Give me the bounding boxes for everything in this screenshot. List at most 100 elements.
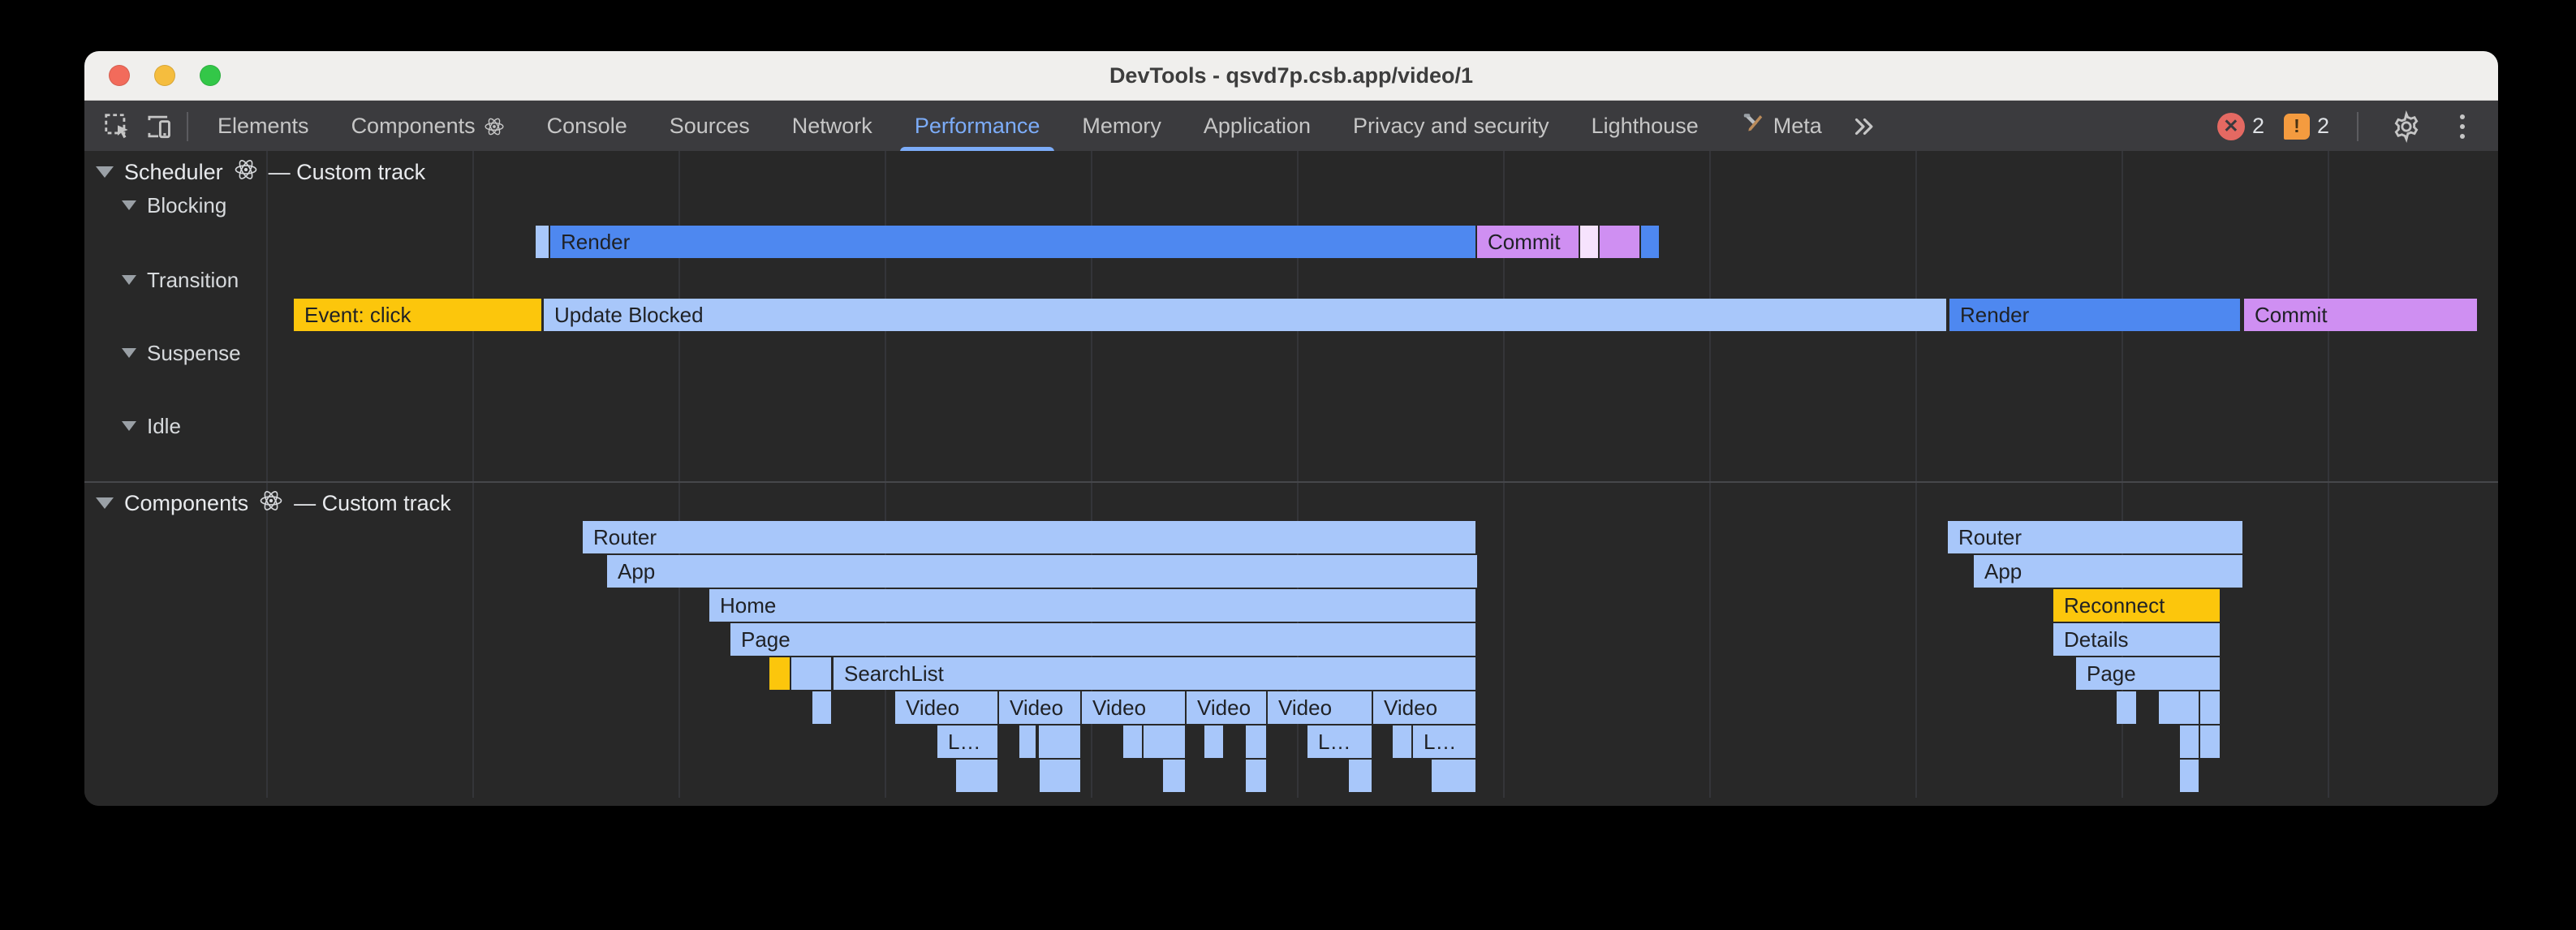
flame-bar[interactable] [1641, 226, 1659, 258]
flame-bar[interactable] [956, 760, 997, 792]
flame-bar-reconnect[interactable]: Reconnect [2053, 589, 2220, 622]
flame-bar-l-[interactable]: L… [1307, 725, 1372, 758]
tab-network[interactable]: Network [771, 101, 894, 152]
flame-bar-router[interactable]: Router [1948, 521, 2242, 553]
flame-bar[interactable] [812, 691, 831, 724]
device-toolbar-icon[interactable] [138, 106, 179, 147]
tab-meta[interactable]: Meta [1720, 101, 1843, 152]
flame-bar[interactable] [1123, 725, 1142, 758]
flame-bar[interactable] [791, 657, 831, 690]
flame-bar-video[interactable]: Video [1187, 691, 1266, 724]
flame-bar-searchlist[interactable]: SearchList [834, 657, 1475, 690]
toolbar-divider [2357, 112, 2358, 141]
tab-privacy-and-security[interactable]: Privacy and security [1332, 101, 1570, 152]
tab-performance[interactable]: Performance [894, 101, 1062, 152]
lane-idle[interactable]: Idle [122, 414, 181, 438]
tab-label: Application [1204, 114, 1311, 139]
kebab-menu-icon[interactable] [2446, 114, 2479, 139]
flame-bar-render[interactable]: Render [1949, 299, 2240, 331]
flame-bar[interactable] [2180, 725, 2199, 758]
flame-bar-app[interactable]: App [1974, 555, 2242, 588]
flame-bar[interactable] [1246, 760, 1266, 792]
flame-bar-video[interactable]: Video [1268, 691, 1372, 724]
more-tabs-icon[interactable] [1843, 106, 1884, 147]
flame-bar[interactable] [1144, 725, 1185, 758]
track-title: Scheduler [124, 160, 223, 185]
flame-bar-details[interactable]: Details [2053, 623, 2220, 656]
tab-sources[interactable]: Sources [648, 101, 771, 152]
flame-bar-video[interactable]: Video [999, 691, 1080, 724]
error-count: 2 [2252, 114, 2264, 139]
settings-gear-icon[interactable] [2386, 106, 2427, 147]
gridline [1709, 151, 1711, 798]
flame-bar-page[interactable]: Page [2076, 657, 2220, 690]
flame-bar-video[interactable]: Video [895, 691, 997, 724]
flame-bar[interactable] [2200, 691, 2220, 724]
tab-elements[interactable]: Elements [196, 101, 330, 152]
flame-bar[interactable] [1040, 760, 1080, 792]
warning-badge[interactable]: ! 2 [2284, 114, 2329, 140]
track-title: Components [124, 491, 248, 516]
flame-bar[interactable] [2180, 760, 2199, 792]
tab-memory[interactable]: Memory [1061, 101, 1182, 152]
flame-bar[interactable] [2159, 691, 2199, 724]
flame-bar-router[interactable]: Router [583, 521, 1475, 553]
flame-bar[interactable] [1349, 760, 1372, 792]
tab-label: Privacy and security [1353, 114, 1549, 139]
flame-bar-video[interactable]: Video [1082, 691, 1185, 724]
inspect-element-icon[interactable] [97, 106, 138, 147]
flame-bar-commit[interactable]: Commit [2244, 299, 2477, 331]
panel-tabs: Elements Components ConsoleSourcesNetwork P… [196, 101, 1843, 152]
flame-bar[interactable] [1246, 725, 1266, 758]
flame-bar[interactable] [1163, 760, 1185, 792]
collapse-triangle-icon [96, 497, 114, 509]
flame-bar[interactable] [1204, 725, 1223, 758]
flame-bar-event-click[interactable]: Event: click [294, 299, 541, 331]
close-button[interactable] [109, 65, 130, 86]
react-atom-icon [259, 489, 283, 519]
flame-bar[interactable] [1393, 725, 1411, 758]
flame-bar-commit[interactable]: Commit [1477, 226, 1579, 258]
error-badge[interactable]: ✕ 2 [2217, 113, 2264, 140]
flame-bar[interactable] [2200, 725, 2220, 758]
flame-bar-l-[interactable]: L… [937, 725, 997, 758]
tab-application[interactable]: Application [1182, 101, 1332, 152]
lane-transition[interactable]: Transition [122, 268, 239, 292]
hammer-wrench-icon [1741, 111, 1765, 141]
tab-label: Performance [915, 114, 1040, 139]
flame-bar-video[interactable]: Video [1373, 691, 1475, 724]
lane-label: Idle [147, 414, 181, 439]
track-header-components[interactable]: Components — Custom track [96, 489, 451, 518]
flame-bar[interactable] [1039, 725, 1080, 758]
flame-bar[interactable] [1580, 226, 1598, 258]
flame-bar-l-[interactable]: L… [1413, 725, 1475, 758]
zoom-button[interactable] [200, 65, 221, 86]
flame-bar-render[interactable]: Render [550, 226, 1475, 258]
tab-components[interactable]: Components [330, 101, 526, 152]
performance-flame-chart: Scheduler — Custom track Blocking Transit… [84, 151, 2498, 806]
flame-bar-app[interactable]: App [607, 555, 1477, 588]
track-header-scheduler[interactable]: Scheduler — Custom track [96, 157, 425, 187]
flame-bar[interactable] [536, 226, 549, 258]
lane-suspense[interactable]: Suspense [122, 341, 241, 365]
tab-console[interactable]: Console [526, 101, 648, 152]
gridline [1915, 151, 1917, 798]
flame-bar[interactable] [2117, 691, 2136, 724]
titlebar: DevTools - qsvd7p.csb.app/video/1 [84, 51, 2498, 101]
flame-bar[interactable] [769, 657, 790, 690]
gridline [266, 151, 268, 798]
devtools-window: DevTools - qsvd7p.csb.app/video/1 Elemen… [84, 51, 2498, 806]
flame-bar-page[interactable]: Page [730, 623, 1475, 656]
flame-bar[interactable] [1432, 760, 1475, 792]
tab-lighthouse[interactable]: Lighthouse [1570, 101, 1720, 152]
collapse-triangle-icon [96, 166, 114, 178]
flame-bar[interactable] [1019, 725, 1036, 758]
minimize-button[interactable] [154, 65, 175, 86]
flame-bar-home[interactable]: Home [709, 589, 1475, 622]
tab-label: Components [351, 114, 476, 139]
lane-blocking[interactable]: Blocking [122, 193, 226, 217]
flame-bar-update-blocked[interactable]: Update Blocked [544, 299, 1946, 331]
error-icon: ✕ [2217, 113, 2245, 140]
gridline [2328, 151, 2329, 798]
flame-bar[interactable] [1600, 226, 1639, 258]
